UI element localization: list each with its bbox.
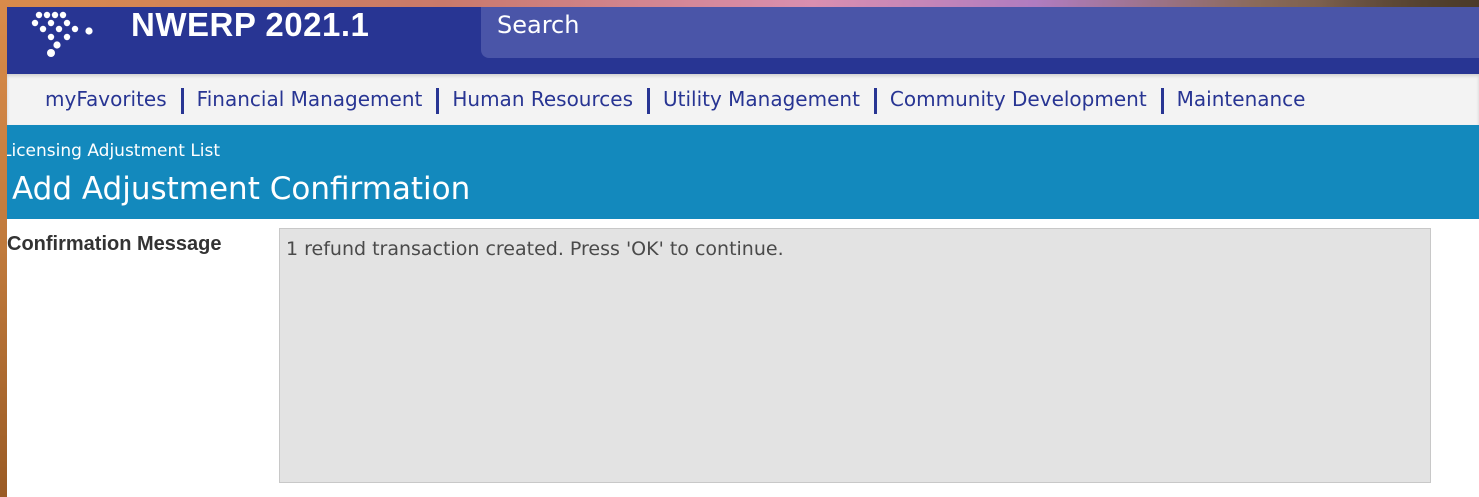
nav-item-maintenance[interactable]: Maintenance	[1177, 87, 1306, 111]
confirmation-message-label: Confirmation Message	[7, 233, 222, 255]
nav-separator	[436, 88, 440, 114]
nav-separator	[873, 88, 877, 114]
app-window: NWERP 2021.1 Search myFavorites Financia…	[7, 7, 1479, 497]
nav-separator	[180, 88, 184, 114]
main-navigation: myFavorites Financial Management Human R…	[7, 74, 1479, 125]
page-title: Add Adjustment Confirmation	[12, 171, 471, 207]
app-title: NWERP 2021.1	[131, 7, 370, 43]
search-placeholder: Search	[497, 11, 580, 39]
nav-item-myfavorites[interactable]: myFavorites	[45, 87, 167, 111]
nav-item-community-development[interactable]: Community Development	[890, 87, 1147, 111]
nav-item-human-resources[interactable]: Human Resources	[452, 87, 633, 111]
top-bar: NWERP 2021.1 Search	[7, 7, 1479, 74]
nav-separator	[1160, 88, 1164, 114]
search-input[interactable]: Search	[481, 7, 1479, 58]
desktop-wallpaper-left	[0, 0, 7, 497]
nwerp-dots-logo-icon[interactable]	[27, 9, 97, 59]
breadcrumb[interactable]: Licensing Adjustment List	[7, 141, 220, 161]
confirmation-message-field[interactable]: 1 refund transaction created. Press 'OK'…	[279, 228, 1431, 483]
nav-item-financial-management[interactable]: Financial Management	[197, 87, 423, 111]
confirmation-message-text: 1 refund transaction created. Press 'OK'…	[286, 238, 784, 260]
nav-separator	[646, 88, 650, 114]
nav-menu: myFavorites Financial Management Human R…	[45, 86, 1306, 114]
nav-item-utility-management[interactable]: Utility Management	[663, 87, 860, 111]
page-header: Licensing Adjustment List Add Adjustment…	[7, 125, 1479, 219]
